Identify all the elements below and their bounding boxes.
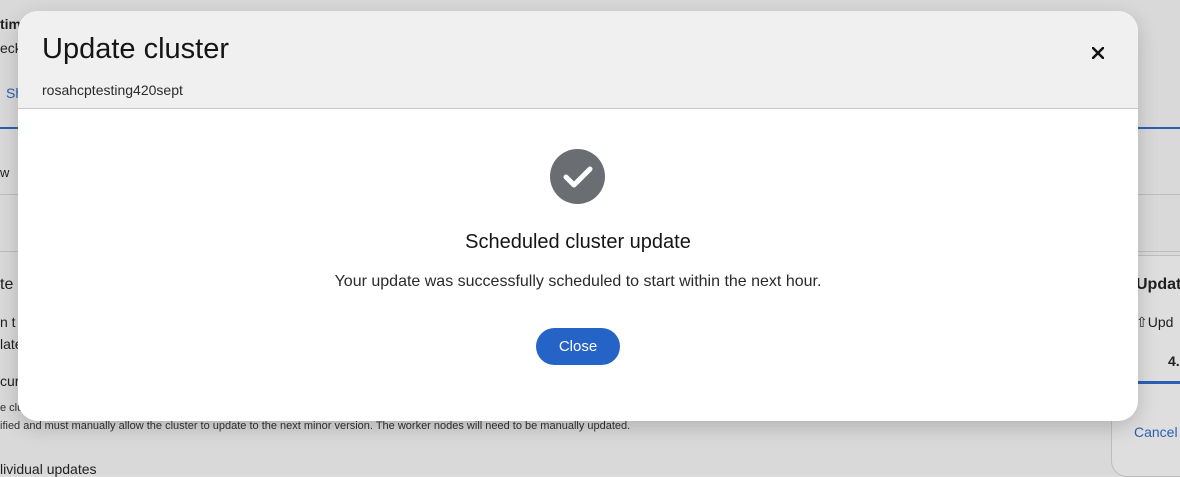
bg-fragment: cur xyxy=(0,373,20,389)
close-button[interactable]: Close xyxy=(536,328,620,365)
success-heading: Scheduled cluster update xyxy=(465,231,691,253)
bg-fragment: Updat xyxy=(1136,276,1180,293)
bg-fragment: Upd xyxy=(1147,314,1174,330)
update-cluster-modal: Update cluster rosahcptesting420sept Sch… xyxy=(18,11,1138,421)
bg-cancel-link[interactable]: Cancel xyxy=(1134,424,1178,440)
modal-title: Update cluster xyxy=(42,33,229,65)
bg-description: ified and must manually allow the cluste… xyxy=(0,420,631,432)
bg-progress xyxy=(1138,381,1180,384)
check-circle-icon xyxy=(550,149,605,204)
bg-fragment: ⇧Upd xyxy=(1136,314,1173,331)
close-icon-glyph xyxy=(1092,47,1104,59)
cluster-name: rosahcptesting420sept xyxy=(42,82,183,98)
modal-body: Scheduled cluster update Your update was… xyxy=(18,109,1138,421)
bg-fragment: 4. xyxy=(1168,353,1180,369)
bg-fragment: te xyxy=(0,276,14,293)
bg-fragment: w xyxy=(0,165,10,180)
bg-fragment: n t xyxy=(0,314,16,330)
checkmark-glyph xyxy=(563,166,592,187)
success-message: Your update was successfully scheduled t… xyxy=(334,273,822,290)
modal-header: Update cluster rosahcptesting420sept xyxy=(18,11,1138,109)
close-icon[interactable] xyxy=(1088,43,1108,63)
